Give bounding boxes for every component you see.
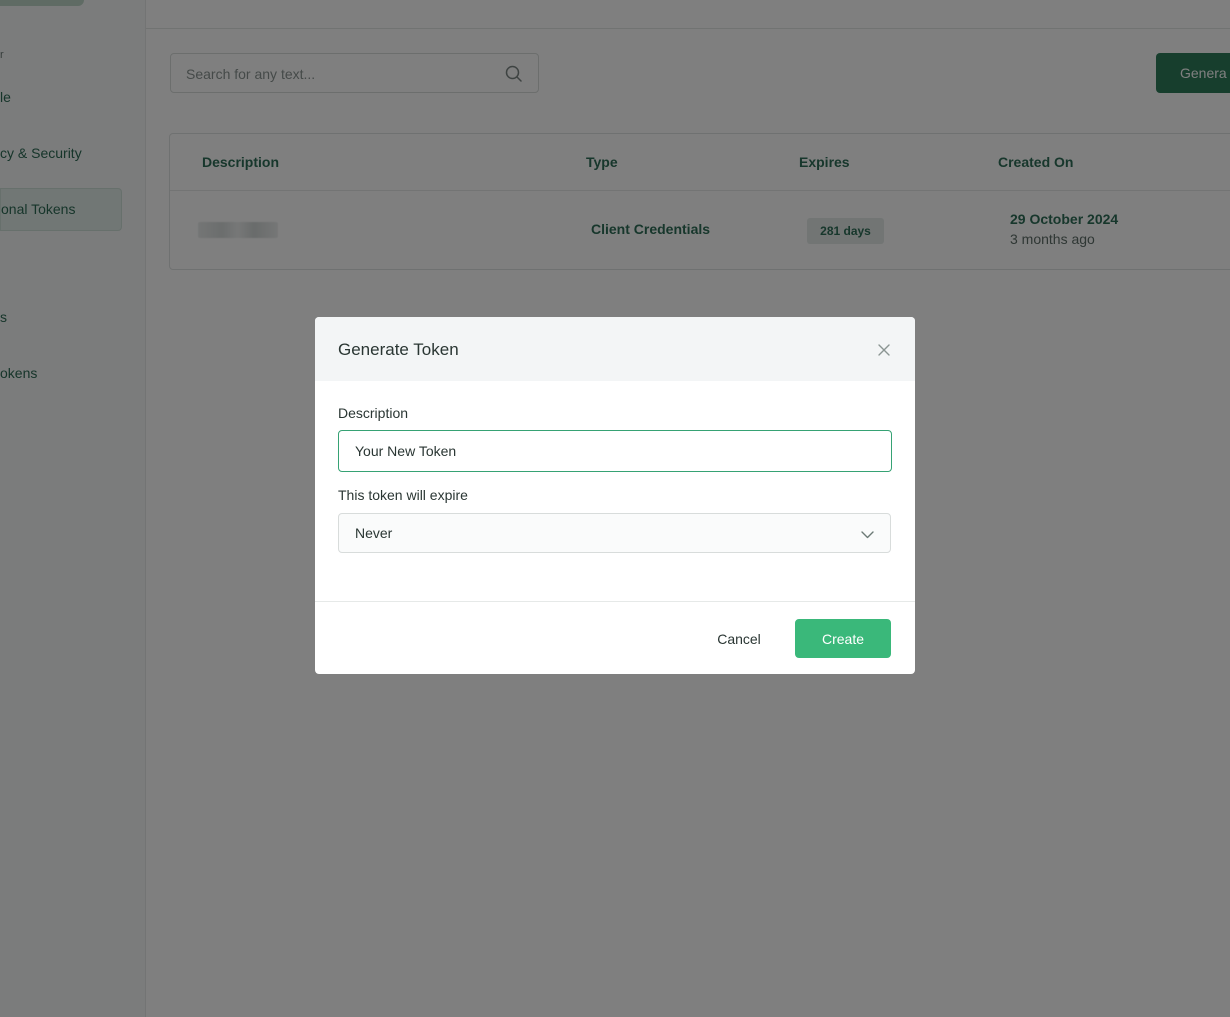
chevron-down-icon bbox=[861, 531, 874, 539]
create-button[interactable]: Create bbox=[795, 619, 891, 658]
description-label: Description bbox=[338, 405, 409, 421]
expire-selected-value: Never bbox=[355, 525, 393, 541]
dialog-title: Generate Token bbox=[338, 340, 459, 359]
description-input[interactable] bbox=[338, 430, 892, 472]
cancel-button[interactable]: Cancel bbox=[700, 620, 778, 658]
expire-label: This token will expire bbox=[338, 487, 468, 503]
close-icon[interactable] bbox=[877, 343, 891, 357]
dialog-footer-divider bbox=[315, 601, 915, 602]
dialog-header: Generate Token bbox=[315, 317, 915, 381]
expire-select[interactable]: Never bbox=[338, 513, 891, 553]
generate-token-dialog: Generate Token Description This token wi… bbox=[315, 317, 915, 674]
